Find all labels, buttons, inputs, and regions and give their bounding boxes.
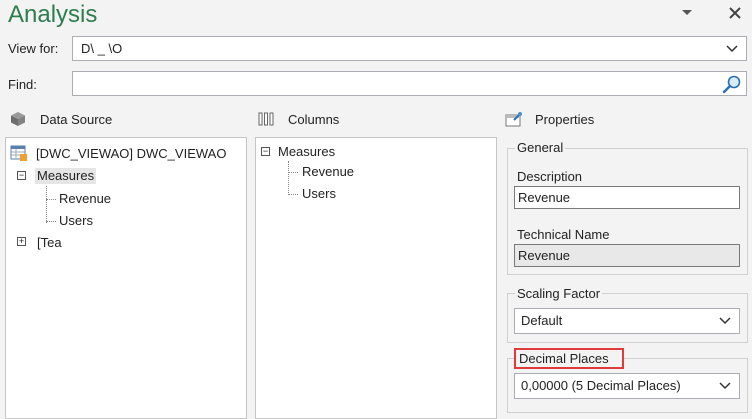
data-source-tree[interactable]: [DWC_VIEWAO] DWC_VIEWAO − Measures Reven… bbox=[5, 137, 247, 419]
decimal-places-dropdown[interactable]: 0,00000 (5 Decimal Places) bbox=[514, 373, 740, 399]
properties-icon bbox=[505, 111, 523, 127]
general-title: General bbox=[515, 140, 566, 156]
description-input[interactable]: Revenue bbox=[514, 186, 740, 209]
properties-header: Properties bbox=[505, 108, 594, 130]
tree-item-measures[interactable]: Measures bbox=[35, 168, 97, 184]
chevron-down-icon[interactable] bbox=[724, 37, 740, 60]
description-label: Description bbox=[517, 169, 583, 184]
columns-title: Columns bbox=[288, 111, 340, 127]
technical-name-label: Technical Name bbox=[517, 227, 610, 242]
table-icon bbox=[10, 144, 28, 165]
tree-item-dimension[interactable]: [Tea bbox=[37, 235, 62, 251]
columns-tree[interactable]: − Measures Revenue Users bbox=[255, 137, 497, 419]
find-input[interactable] bbox=[72, 71, 747, 96]
search-icon[interactable] bbox=[722, 74, 742, 94]
close-icon[interactable] bbox=[724, 2, 746, 24]
data-source-title: Data Source bbox=[40, 111, 113, 127]
tree-item-users[interactable]: Users bbox=[59, 213, 93, 229]
columns-item-users[interactable]: Users bbox=[302, 186, 336, 202]
scaling-factor-dropdown[interactable]: Default bbox=[514, 308, 740, 334]
data-source-header: Data Source bbox=[10, 108, 112, 130]
view-for-dropdown[interactable]: D\ _ \O bbox=[72, 36, 747, 61]
view-for-label: View for: bbox=[8, 41, 59, 56]
tree-root-label[interactable]: [DWC_VIEWAO] DWC_VIEWAO bbox=[36, 146, 226, 162]
chevron-down-icon[interactable] bbox=[676, 2, 698, 24]
technical-name-field: Revenue bbox=[514, 244, 740, 267]
chevron-down-icon[interactable] bbox=[717, 374, 733, 397]
view-for-value: D\ _ \O bbox=[81, 41, 123, 56]
columns-icon bbox=[258, 111, 276, 127]
expand-icon[interactable]: + bbox=[17, 237, 26, 246]
find-label: Find: bbox=[8, 77, 37, 92]
columns-header: Columns bbox=[258, 108, 339, 130]
chevron-down-icon[interactable] bbox=[717, 309, 733, 332]
window-title: Analysis bbox=[8, 1, 98, 28]
tree-item-revenue[interactable]: Revenue bbox=[59, 191, 111, 207]
decimal-places-title: Decimal Places bbox=[514, 348, 624, 369]
columns-item-measures[interactable]: Measures bbox=[278, 144, 335, 160]
collapse-icon[interactable]: − bbox=[17, 171, 26, 180]
scaling-factor-value: Default bbox=[521, 313, 563, 328]
columns-item-revenue[interactable]: Revenue bbox=[302, 164, 354, 180]
decimal-places-value: 0,00000 (5 Decimal Places) bbox=[521, 378, 681, 393]
cube-icon bbox=[10, 111, 28, 127]
scaling-factor-title: Scaling Factor bbox=[515, 286, 603, 302]
properties-title: Properties bbox=[535, 111, 595, 127]
collapse-icon[interactable]: − bbox=[261, 147, 270, 156]
